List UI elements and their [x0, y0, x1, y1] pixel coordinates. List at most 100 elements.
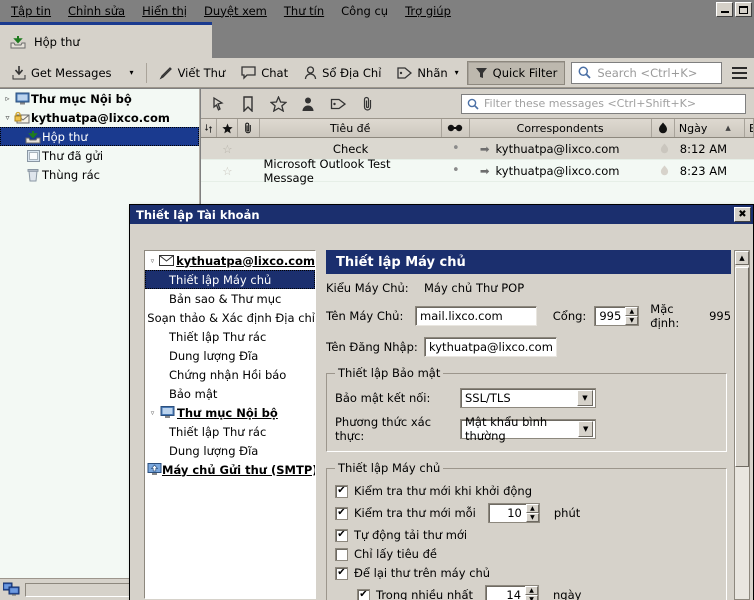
tree-item-composition-addressing[interactable]: Soạn thảo & Xác định Địa chỉ — [145, 308, 315, 327]
chevron-down-icon[interactable]: ▿ — [147, 409, 158, 417]
scrollbar-thumb[interactable] — [735, 267, 749, 467]
chevron-down-icon[interactable]: ▿ — [147, 257, 158, 265]
tree-item-local-disk-space[interactable]: Dung lượng Đĩa — [145, 441, 315, 460]
auto-download-checkbox[interactable] — [335, 528, 348, 542]
dialog-scrollbar[interactable]: ▲ — [734, 250, 750, 600]
scroll-up-button[interactable]: ▲ — [735, 251, 749, 265]
app-menu-button[interactable] — [728, 61, 750, 85]
check-interval-stepper[interactable]: 10 ▲ ▼ — [487, 503, 540, 523]
star-icon[interactable] — [269, 95, 287, 113]
tag-button[interactable]: Nhãn ▾ — [389, 61, 466, 85]
column-junk[interactable] — [651, 119, 675, 137]
menu-message[interactable]: Thư tín — [276, 2, 333, 21]
days-stepper[interactable]: 14 ▲ ▼ — [485, 585, 540, 600]
check-new-at-startup-row[interactable]: Kiểm tra thư mới khi khởi động — [335, 484, 718, 498]
menu-go[interactable]: Duyệt xem — [196, 2, 276, 21]
contact-icon[interactable] — [299, 95, 317, 113]
table-row[interactable]: ☆ Microsoft Outlook Test Message • ➡ kyt… — [201, 157, 754, 185]
tree-item-copies-folders[interactable]: Bản sao & Thư mục — [145, 289, 315, 308]
download-icon — [12, 65, 26, 80]
menu-file[interactable]: Tập tin — [3, 2, 60, 21]
column-correspondents[interactable]: Correspondents — [469, 119, 652, 137]
tree-item-label: Dung lượng Đĩa — [169, 443, 259, 458]
server-type-row: Kiểu Máy Chủ: Máy chủ Thư POP — [326, 281, 731, 295]
interval-increment-button[interactable]: ▲ — [525, 504, 539, 513]
account-tree[interactable]: ▿ kythuatpa@lixco.com Thiết lập Máy chủ … — [144, 250, 316, 599]
search-input[interactable]: Search <Ctrl+K> — [571, 61, 722, 84]
port-decrement-button[interactable]: ▼ — [625, 316, 639, 325]
tree-item-junk-settings[interactable]: Thiết lập Thư rác — [145, 327, 315, 346]
quick-filter-button[interactable]: Quick Filter — [466, 60, 566, 85]
leave-on-server-row[interactable]: Để lại thư trên máy chủ — [335, 566, 718, 580]
tree-item-local-folders[interactable]: ▿ Thư mục Nội bộ — [145, 403, 315, 422]
chevron-down-icon[interactable]: ▼ — [577, 390, 593, 406]
username-input[interactable]: kythuatpa@lixco.com — [424, 337, 557, 357]
filter-messages-input[interactable]: Filter these messages <Ctrl+Shift+K> — [461, 93, 746, 114]
column-subject[interactable]: Tiêu đề — [259, 119, 442, 137]
auth-method-select[interactable]: Mật khẩu bình thường ▼ — [460, 415, 596, 443]
address-book-button[interactable]: Sổ Địa Chỉ — [296, 61, 389, 85]
menu-view-label: Hiển thị — [142, 3, 187, 18]
tree-item-disk-space[interactable]: Dung lượng Đĩa — [145, 346, 315, 365]
column-date[interactable]: Ngày ▲ — [674, 119, 745, 137]
check-new-every-row[interactable]: Kiểm tra thư mới mỗi 10 ▲▼ phút — [335, 503, 718, 523]
chat-button[interactable]: Chat — [233, 61, 296, 85]
main-toolbar: Get Messages ▾ Viết Thư Chat Sổ Địa Chỉ … — [0, 58, 754, 88]
column-read[interactable] — [441, 119, 470, 137]
folder-item-sent[interactable]: Thư đã gửi — [0, 146, 199, 165]
days-increment-button[interactable]: ▲ — [525, 586, 539, 595]
tab-inbox[interactable]: Hộp thư — [0, 22, 212, 58]
days-decrement-button[interactable]: ▼ — [525, 595, 539, 600]
maximize-button[interactable] — [735, 2, 752, 17]
port-increment-button[interactable]: ▲ — [625, 307, 639, 316]
chevron-down-icon[interactable]: ▼ — [578, 421, 593, 437]
headers-only-row[interactable]: Chỉ lấy tiêu đề — [335, 547, 718, 561]
attachment-icon[interactable] — [359, 95, 377, 113]
write-button[interactable]: Viết Thư — [151, 61, 234, 85]
bookmark-icon[interactable] — [239, 95, 257, 113]
column-thread[interactable] — [201, 119, 217, 137]
get-messages-button[interactable]: Get Messages — [4, 61, 120, 85]
get-messages-dropdown[interactable]: ▾ — [120, 61, 142, 85]
folder-item-account[interactable]: ▿ kythuatpa@lixco.com — [0, 108, 199, 127]
tree-item-server-settings[interactable]: Thiết lập Máy chủ — [145, 270, 315, 289]
chevron-right-icon[interactable]: ▹ — [2, 94, 13, 103]
folder-item-trash[interactable]: Thùng rác — [0, 165, 199, 184]
menu-tools[interactable]: Công cụ — [333, 2, 397, 21]
auth-method-row: Phương thức xác thực: Mật khẩu bình thườ… — [335, 415, 718, 443]
folder-item-local-folders[interactable]: ▹ Thư mục Nội bộ — [0, 89, 199, 108]
menu-view[interactable]: Hiển thị — [134, 2, 196, 21]
unread-icon[interactable] — [209, 95, 227, 113]
tree-item-smtp-server[interactable]: Máy chủ Gửi thư (SMTP) — [145, 460, 315, 479]
tree-item-return-receipts[interactable]: Chứng nhận Hồi báo — [145, 365, 315, 384]
menu-help[interactable]: Trợ giúp — [397, 2, 460, 21]
username-label: Tên Đăng Nhập: — [326, 340, 418, 354]
search-icon — [467, 98, 479, 110]
headers-only-checkbox[interactable] — [335, 547, 348, 561]
server-name-input[interactable]: mail.lixco.com — [415, 306, 537, 326]
at-most-days-row[interactable]: Trong nhiều nhất 14 ▲▼ ngày — [357, 585, 718, 600]
tree-item-account[interactable]: ▿ kythuatpa@lixco.com — [145, 251, 315, 270]
column-attachment[interactable] — [238, 119, 260, 137]
connection-security-select[interactable]: SSL/TLS ▼ — [460, 388, 596, 408]
leave-on-server-checkbox[interactable] — [335, 566, 348, 580]
menu-edit[interactable]: Chỉnh sửa — [60, 2, 134, 21]
column-extra[interactable]: B — [745, 119, 754, 137]
tree-item-security[interactable]: Bảo mật — [145, 384, 315, 403]
row-star-icon[interactable]: ☆ — [217, 138, 238, 159]
row-star-icon[interactable]: ☆ — [217, 160, 238, 181]
check-new-every-checkbox[interactable] — [335, 506, 348, 520]
at-most-days-checkbox[interactable] — [357, 588, 370, 600]
auto-download-row[interactable]: Tự động tải thư mới — [335, 528, 718, 542]
chevron-down-icon[interactable]: ▿ — [2, 113, 13, 122]
tree-item-local-junk-settings[interactable]: Thiết lập Thư rác — [145, 422, 315, 441]
tag-icon[interactable] — [329, 95, 347, 113]
leave-on-server-label: Để lại thư trên máy chủ — [354, 566, 491, 580]
minimize-button[interactable] — [716, 2, 733, 17]
check-new-at-startup-checkbox[interactable] — [335, 484, 348, 498]
port-stepper[interactable]: 995 ▲ ▼ — [594, 306, 640, 326]
folder-item-inbox[interactable]: Hộp thư — [0, 127, 199, 146]
interval-decrement-button[interactable]: ▼ — [525, 513, 539, 522]
close-icon[interactable]: ✖ — [734, 207, 751, 222]
column-starred[interactable] — [217, 119, 239, 137]
